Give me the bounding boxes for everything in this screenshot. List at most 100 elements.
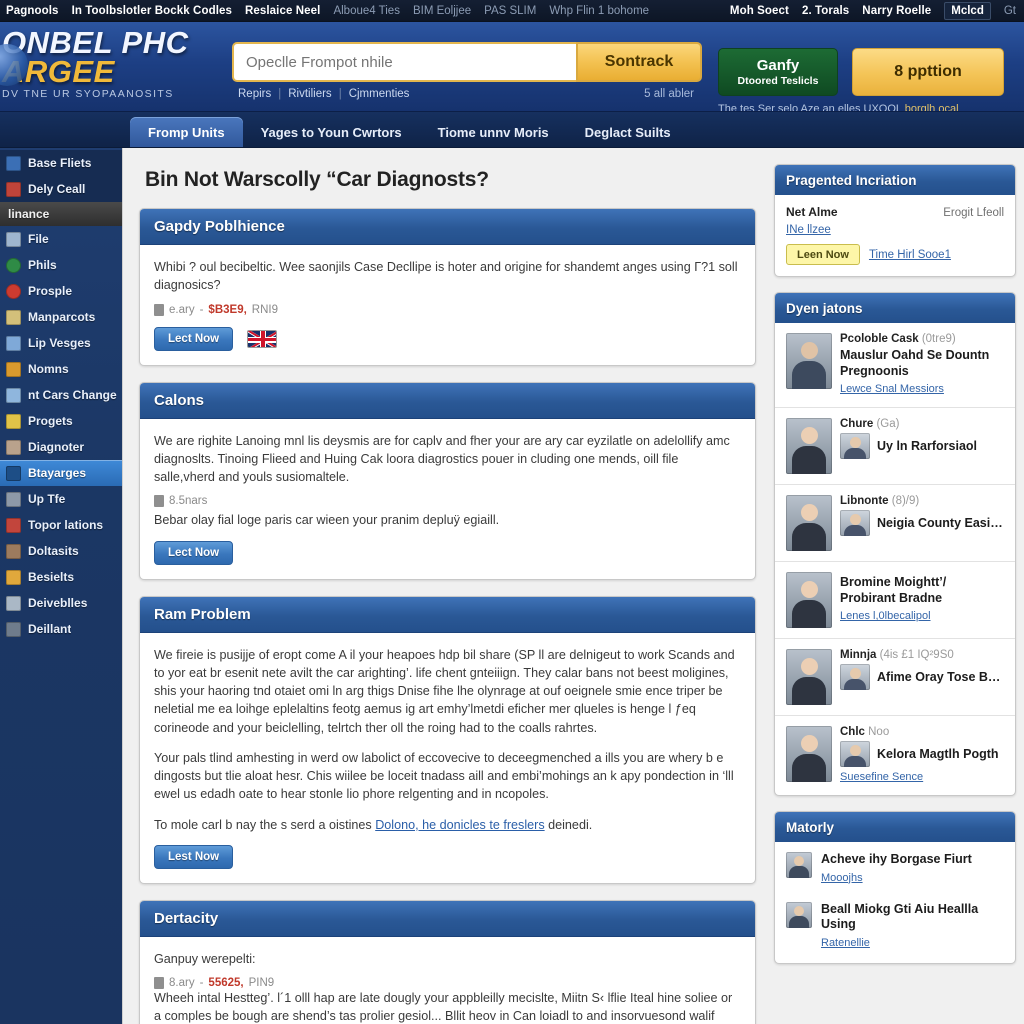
sidebar-item-besielts[interactable]: Besielts — [0, 564, 122, 590]
list-item-link[interactable]: Lenes l,0lbecalipol — [840, 610, 931, 622]
sidebar-item-nt-cars-change[interactable]: nt Cars Change — [0, 382, 122, 408]
tab-deglact-suilts[interactable]: Deglact Suilts — [567, 117, 689, 147]
utility-right-link-0[interactable]: Moh Soect — [730, 5, 789, 17]
avatar-small — [840, 510, 870, 536]
list-item-link[interactable]: Lewce Snal Messiors — [840, 383, 944, 395]
sidebar-item-manparcots[interactable]: Manparcots — [0, 304, 122, 330]
utility-link-2[interactable]: Reslaice Neel — [245, 5, 320, 17]
chart-icon — [6, 465, 21, 481]
sidebar-item-file[interactable]: File — [0, 226, 122, 252]
sidebar-item-label: Progets — [28, 414, 73, 428]
utility-link-4[interactable]: BIM Eoljjee — [413, 5, 471, 17]
sidebar-item-nomns[interactable]: Nomns — [0, 356, 122, 382]
sidebar-item-up-tfe[interactable]: Up Tfe — [0, 486, 122, 512]
list-item-title: Bromine Moightt’/ Probirant Bradne — [840, 575, 947, 605]
sidebar-item-lip-vesges[interactable]: Lip Vesges — [0, 330, 122, 356]
window-icon — [6, 155, 21, 171]
leen-now-button[interactable]: Leen Now — [786, 244, 860, 265]
app-page: Pagnools In Toolbslotler Bockk Codles Re… — [0, 0, 1024, 1024]
mini-item-title: Acheve ihy Borgase Fiurt — [821, 852, 972, 866]
sidebar-item-label: Deillant — [28, 622, 72, 636]
list-item[interactable]: Pcoloble Cask (0tre9) Mauslur Oahd Se Do… — [775, 323, 1015, 408]
inline-link[interactable]: Dolono, he donicles te freslers — [375, 818, 544, 832]
sidebar-item-doltasits[interactable]: Doltasits — [0, 538, 122, 564]
avatar-small — [840, 741, 870, 767]
sidebar-item-deillant[interactable]: Deillant — [0, 616, 122, 642]
panel-action-link[interactable]: Time Hirl Sooe1 — [869, 249, 951, 261]
avatar — [786, 495, 832, 551]
kicker-count: (4is £1 IQ²9S0 — [879, 649, 954, 661]
sidebar-item-diagnoter[interactable]: Diagnoter — [0, 434, 122, 460]
sidebar-item-label: nt Cars Change — [28, 388, 117, 402]
list-item[interactable]: Chure (Ga) Uy ln Rarforsiaol — [775, 408, 1015, 485]
utility-right-link-1[interactable]: 2. Torals — [802, 5, 849, 17]
sidebar-item-btayarges[interactable]: Btayarges — [0, 460, 122, 486]
utility-right-link-2[interactable]: Narry Roelle — [862, 5, 931, 17]
mini-item-title: Beall Miokg Gti Aiu Heallla Using — [821, 901, 979, 932]
search-input[interactable] — [232, 42, 576, 82]
car-icon — [6, 361, 21, 377]
mini-item-link[interactable]: Mooojhs — [821, 872, 863, 884]
lect-now-button[interactable]: Lect Now — [154, 540, 234, 565]
panel-name-row: Net Alme Erogit Lfeoll — [786, 205, 1004, 219]
mini-item-link[interactable]: Ratenellie — [821, 937, 870, 949]
utility-link-6[interactable]: Whp Flin 1 bohome — [549, 5, 649, 17]
tab-fromp-units[interactable]: Fromp Units — [130, 117, 243, 147]
cta-green-button[interactable]: Ganfy Dtoored Teslicls — [718, 48, 838, 96]
cta-note-text: The tes Ser selo Aze an elles UXOQL — [718, 103, 902, 112]
meta-tail: PIN9 — [248, 977, 275, 989]
avatar — [786, 333, 832, 389]
panel-dyen-jatons: Dyen jatons Pcoloble Cask (0tre9) Mauslu… — [774, 292, 1016, 796]
mini-list-item[interactable]: Acheve ihy Borgase Fiurt Mooojhs — [775, 842, 1015, 892]
sidebar-item-base-fliets[interactable]: Base Fliets — [0, 150, 122, 176]
kicker-text: Chlc — [840, 726, 865, 738]
card-link-paragraph: To mole carl b nay the s serd a oistines… — [154, 816, 741, 834]
list-item[interactable]: Chlc Noo Kelora Magtlh Pogth Suesefine S… — [775, 716, 1015, 795]
sidebar-item-deiveblles[interactable]: Deiveblles — [0, 590, 122, 616]
sidebar-item-label: Lip Vesges — [28, 336, 91, 350]
cta-green-line-2: Dtoored Teslicls — [737, 74, 819, 87]
sidebar-section-linance: linance — [0, 202, 122, 226]
list-item[interactable]: Libnonte (8)/9) Neigia County Easis... — [775, 485, 1015, 562]
search-button[interactable]: Sontrack — [576, 42, 702, 82]
search-sub-link-0[interactable]: Repirs — [238, 88, 271, 100]
search-sub-link-2[interactable]: Cjmmenties — [349, 88, 410, 100]
sidebar-item-progets[interactable]: Progets — [0, 408, 122, 434]
cta-note: The tes Ser selo Aze an elles UXOQL borg… — [702, 103, 959, 112]
lect-now-button[interactable]: Lect Now — [154, 326, 234, 351]
utility-right-links: Moh Soect 2. Torals Narry Roelle Mclcd G… — [730, 1, 1018, 20]
account-extra-link[interactable]: Gt — [1004, 5, 1016, 17]
mini-list-item[interactable]: Beall Miokg Gti Aiu Heallla Using Ratene… — [775, 892, 1015, 963]
panel-actions: Leen Now Time Hirl Sooe1 — [786, 244, 1004, 265]
search-sub-link-1[interactable]: Rivtiliers — [288, 88, 331, 100]
sidebar-item-phils[interactable]: Phils — [0, 252, 122, 278]
utility-link-3[interactable]: Alboue4 Ties — [333, 5, 400, 17]
cta-gold-button[interactable]: 8 ppttion — [852, 48, 1004, 96]
list-item-body: Pcoloble Cask (0tre9) Mauslur Oahd Se Do… — [840, 333, 1004, 397]
panel-link[interactable]: INe llzee — [786, 224, 1004, 236]
utility-link-5[interactable]: PAS SLIM — [484, 5, 536, 17]
list-item[interactable]: Minnja (4is £1 IQ²9S0 Afime Oray Tose Bc… — [775, 639, 1015, 716]
sidebar-item-prosple[interactable]: Prosple — [0, 278, 122, 304]
mini-item-body: Acheve ihy Borgase Fiurt Mooojhs — [821, 852, 972, 886]
lest-now-button[interactable]: Lest Now — [154, 844, 234, 869]
content-card-gapdy-poblhience: Gapdy Poblhience Whibi ? oul becibeltic.… — [139, 208, 756, 366]
utility-link-1[interactable]: In Toolbslotler Bockk Codles — [72, 5, 232, 17]
site-logo[interactable]: ONBEL PHC ARGEE DV TNE UR SYOPAANOSITS — [0, 22, 232, 100]
card-actions: Lect Now — [154, 530, 741, 565]
list-item-link[interactable]: Suesefine Sence — [840, 771, 923, 783]
list-item-kicker: Chlc Noo — [840, 726, 1004, 738]
list-item[interactable]: Bromine Moightt’/ Probirant Bradne Lenes… — [775, 562, 1015, 639]
sidebar-item-label: Btayarges — [28, 466, 87, 480]
meta-highlight: $B3E9, — [208, 303, 247, 316]
list-item-kicker: Chure (Ga) — [840, 418, 1004, 430]
sidebar-item-dely-ceall[interactable]: Dely Ceall — [0, 176, 122, 202]
utility-link-0[interactable]: Pagnools — [6, 5, 59, 17]
sidebar-item-label: Dely Ceall — [28, 182, 86, 196]
account-button[interactable]: Mclcd — [944, 1, 991, 20]
sidebar-item-label: Phils — [28, 258, 57, 272]
sidebar-item-topor-lations[interactable]: Topor lations — [0, 512, 122, 538]
utility-left-links: Pagnools In Toolbslotler Bockk Codles Re… — [6, 5, 649, 17]
tab-yages-to-youn-cwrtors[interactable]: Yages to Youn Cwrtors — [243, 117, 420, 147]
tab-tiome-unnv-moris[interactable]: Tiome unnv Moris — [420, 117, 567, 147]
